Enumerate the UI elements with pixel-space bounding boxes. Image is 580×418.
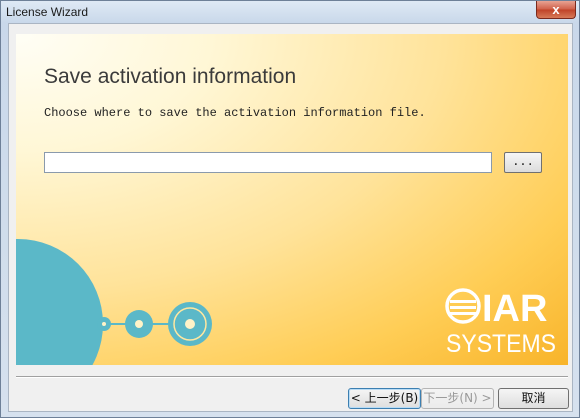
page-description: Choose where to save the activation info…	[44, 106, 426, 120]
save-path-input[interactable]	[44, 152, 492, 173]
button-separator	[16, 376, 568, 378]
wizard-page-panel: Save activation information Choose where…	[16, 34, 568, 365]
window-title: License Wizard	[6, 5, 89, 19]
cancel-button[interactable]: 取消	[498, 388, 569, 409]
iar-logo-icon: IAR SYSTEMS	[445, 288, 556, 358]
browse-button[interactable]: ...	[504, 152, 542, 173]
close-icon: x	[552, 2, 560, 17]
wizard-client-area: Save activation information Choose where…	[8, 23, 573, 412]
page-heading: Save activation information	[44, 65, 297, 88]
title-bar[interactable]: License Wizard x	[1, 1, 579, 23]
back-button[interactable]: < 上一步(B)	[348, 388, 421, 409]
logo-wordmark: IAR	[482, 288, 547, 330]
large-disc-shape	[16, 239, 103, 365]
close-button[interactable]: x	[536, 1, 576, 19]
next-button[interactable]: 下一步(N) >	[421, 388, 494, 409]
logo-subtitle: SYSTEMS	[446, 330, 556, 358]
license-wizard-window: License Wizard x Save activation informa…	[0, 0, 580, 418]
